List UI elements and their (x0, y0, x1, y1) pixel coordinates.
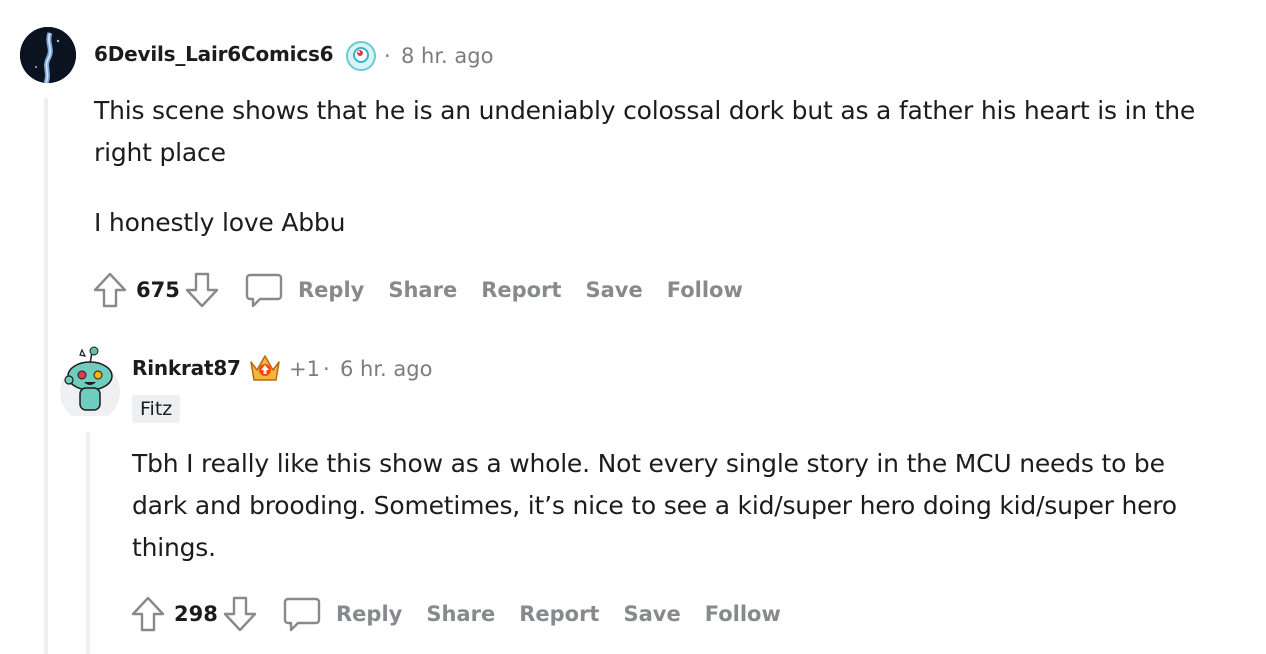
upvote-icon[interactable] (128, 594, 168, 634)
avatar[interactable] (20, 27, 76, 83)
share-button[interactable]: Share (388, 278, 457, 302)
thread-line-level-2[interactable] (86, 432, 90, 654)
downvote-icon[interactable] (220, 594, 260, 634)
comment-actions: 298 Reply Share Report Save Follow (128, 594, 781, 634)
comment-timestamp[interactable]: 8 hr. ago (401, 44, 493, 68)
award-count: +1 (289, 357, 320, 381)
comment-paragraph: I honestly love Abbu (94, 208, 346, 237)
reply-button[interactable]: Reply (336, 602, 402, 626)
vote-score: 675 (136, 278, 180, 302)
report-button[interactable]: Report (481, 278, 561, 302)
achievement-badge-icon[interactable] (345, 40, 377, 72)
meta-separator: · (323, 357, 330, 381)
reply-button[interactable]: Reply (298, 278, 364, 302)
comment-actions: 675 Reply Share Report Save Follow (90, 270, 743, 310)
avatar[interactable] (60, 344, 120, 422)
vote-score: 298 (174, 602, 218, 626)
meta-separator: · (384, 44, 391, 68)
save-button[interactable]: Save (585, 278, 642, 302)
comment-paragraph: Tbh I really like this show as a whole. … (132, 449, 1177, 562)
comment-body: Tbh I really like this show as a whole. … (132, 443, 1212, 597)
comment-author[interactable]: Rinkrat87 (132, 356, 241, 380)
comment-body: This scene shows that he is an undeniabl… (94, 90, 1224, 272)
award-crown-icon[interactable] (248, 352, 282, 384)
snoo-avatar-icon (60, 346, 120, 422)
reply-icon[interactable] (282, 594, 322, 634)
share-button[interactable]: Share (426, 602, 495, 626)
downvote-icon[interactable] (182, 270, 222, 310)
reply-icon[interactable] (244, 270, 284, 310)
upvote-icon[interactable] (90, 270, 130, 310)
report-button[interactable]: Report (519, 602, 599, 626)
avatar-image-icon (20, 27, 76, 83)
comment-author[interactable]: 6Devils_Lair6Comics6 (94, 42, 334, 66)
comment-timestamp[interactable]: 6 hr. ago (340, 357, 432, 381)
user-flair: Fitz (132, 395, 181, 423)
comment-paragraph: This scene shows that he is an undeniabl… (94, 96, 1196, 167)
follow-button[interactable]: Follow (667, 278, 743, 302)
thread-line-level-1[interactable] (44, 98, 48, 654)
save-button[interactable]: Save (623, 602, 680, 626)
follow-button[interactable]: Follow (705, 602, 781, 626)
